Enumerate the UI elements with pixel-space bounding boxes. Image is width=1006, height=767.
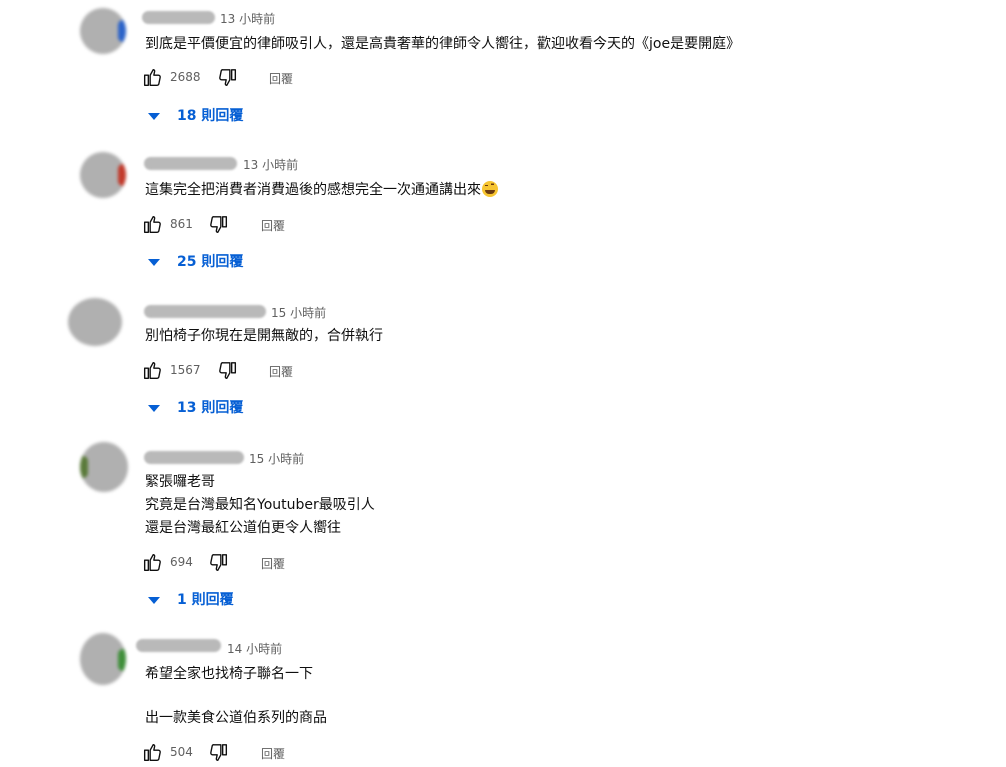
author-name-redacted[interactable] [136,639,221,652]
replies-count-label: 13 則回覆 [177,400,244,416]
replies-count-label: 18 則回覆 [177,108,244,124]
reply-button[interactable]: 回覆 [261,555,285,572]
comment-text: 究竟是台灣最知名Youtuber最吸引人 [145,497,375,513]
thumb-up-icon [143,361,161,379]
reply-button[interactable]: 回覆 [261,217,285,234]
reply-button[interactable]: 回覆 [269,70,293,87]
comment-text: 還是台灣最紅公道伯更令人嚮往 [145,520,341,536]
caret-down-icon [148,113,160,120]
comment-text: 希望全家也找椅子聯名一下 [145,666,313,682]
caret-down-icon [148,597,160,604]
thumb-down-icon [210,744,228,762]
caret-down-icon [148,405,160,412]
comment-time[interactable]: 14 小時前 [227,640,282,657]
reply-button[interactable]: 回覆 [269,363,293,380]
dislike-button[interactable] [208,552,230,574]
avatar[interactable] [80,8,126,54]
like-button[interactable] [141,213,163,235]
author-name-redacted[interactable] [144,305,266,318]
laughing-tears-emoji [482,181,498,197]
caret-down-icon [148,259,160,266]
like-count: 2688 [170,70,201,84]
comment-time[interactable]: 15 小時前 [249,450,304,467]
like-count: 1567 [170,363,201,377]
thumb-up-icon [143,743,161,761]
comment-time[interactable]: 15 小時前 [271,304,326,321]
replies-count-label: 1 則回覆 [177,592,234,608]
reply-button[interactable]: 回覆 [261,745,285,762]
thumb-down-icon [219,362,237,380]
thumb-up-icon [143,215,161,233]
avatar[interactable] [80,152,126,198]
thumb-up-icon [143,68,161,86]
like-count: 504 [170,745,193,759]
avatar[interactable] [68,298,122,346]
avatar[interactable] [80,633,126,685]
like-button[interactable] [141,741,163,763]
like-button[interactable] [141,66,163,88]
comment-text-content: 這集完全把消費者消費過後的感想完全一次通通講出來 [145,182,481,198]
comment-time[interactable]: 13 小時前 [220,10,275,27]
thumb-down-icon [210,554,228,572]
thumb-down-icon [210,216,228,234]
thumb-down-icon [219,69,237,87]
comment-text: 別怕椅子你現在是開無敵的，合併執行 [145,328,383,344]
like-count: 694 [170,555,193,569]
dislike-button[interactable] [217,360,239,382]
dislike-button[interactable] [208,214,230,236]
like-count: 861 [170,217,193,231]
author-name-redacted[interactable] [144,157,237,170]
author-name-redacted[interactable] [142,11,215,24]
comment-text: 到底是平價便宜的律師吸引人，還是高貴奢華的律師令人嚮往，歡迎收看今天的《joe是… [145,36,741,52]
avatar[interactable] [80,442,128,492]
dislike-button[interactable] [217,67,239,89]
dislike-button[interactable] [208,742,230,764]
comment-text: 緊張囉老哥 [145,474,215,490]
comment-text: 這集完全把消費者消費過後的感想完全一次通通講出來 [145,180,498,200]
like-button[interactable] [141,551,163,573]
like-button[interactable] [141,359,163,381]
comment-time[interactable]: 13 小時前 [243,156,298,173]
author-name-redacted[interactable] [144,451,244,464]
thumb-up-icon [143,553,161,571]
comment-text: 出一款美食公道伯系列的商品 [145,710,327,726]
replies-count-label: 25 則回覆 [177,254,244,270]
